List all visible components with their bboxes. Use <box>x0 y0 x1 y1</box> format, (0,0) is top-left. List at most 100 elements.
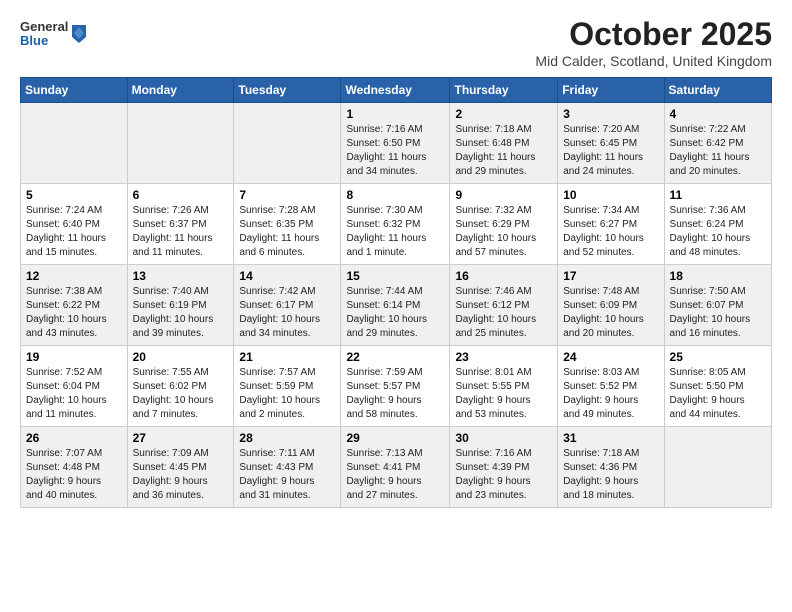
day-number: 2 <box>455 107 552 121</box>
day-info: Sunrise: 7:38 AM Sunset: 6:22 PM Dayligh… <box>26 285 122 341</box>
day-info: Sunrise: 7:30 AM Sunset: 6:32 PM Dayligh… <box>346 204 444 260</box>
calendar-cell <box>664 427 771 508</box>
calendar-cell: 30 Sunrise: 7:16 AM Sunset: 4:39 PM Dayli… <box>450 427 558 508</box>
calendar-cell: 13 Sunrise: 7:40 AM Sunset: 6:19 PM Dayli… <box>127 265 234 346</box>
calendar-week-0: 1Sunrise: 7:16 AM Sunset: 6:50 PM Daylig… <box>21 103 772 184</box>
day-number: 29 <box>346 431 444 445</box>
day-number: 25 <box>670 350 766 364</box>
day-info: Sunrise: 7:28 AM Sunset: 6:35 PM Dayligh… <box>239 204 335 260</box>
day-info: Sunrise: 7:07 AM Sunset: 4:48 PM Dayligh… <box>26 447 122 503</box>
calendar-week-4: 26 Sunrise: 7:07 AM Sunset: 4:48 PM Dayli… <box>21 427 772 508</box>
day-number: 26 <box>26 431 122 445</box>
calendar-cell: 16 Sunrise: 7:46 AM Sunset: 6:12 PM Dayli… <box>450 265 558 346</box>
calendar-cell: 5Sunrise: 7:24 AM Sunset: 6:40 PM Daylig… <box>21 184 128 265</box>
calendar-cell: 6Sunrise: 7:26 AM Sunset: 6:37 PM Daylig… <box>127 184 234 265</box>
header-row: Sunday Monday Tuesday Wednesday Thursday… <box>21 78 772 103</box>
calendar-cell: 18 Sunrise: 7:50 AM Sunset: 6:07 PM Dayli… <box>664 265 771 346</box>
day-info: Sunrise: 7:42 AM Sunset: 6:17 PM Dayligh… <box>239 285 335 341</box>
day-number: 31 <box>563 431 658 445</box>
calendar-cell: 26 Sunrise: 7:07 AM Sunset: 4:48 PM Dayli… <box>21 427 128 508</box>
calendar-cell: 20 Sunrise: 7:55 AM Sunset: 6:02 PM Dayli… <box>127 346 234 427</box>
day-number: 21 <box>239 350 335 364</box>
calendar-cell: 7Sunrise: 7:28 AM Sunset: 6:35 PM Daylig… <box>234 184 341 265</box>
day-number: 16 <box>455 269 552 283</box>
day-number: 27 <box>133 431 229 445</box>
day-number: 17 <box>563 269 658 283</box>
header-friday: Friday <box>558 78 664 103</box>
day-number: 30 <box>455 431 552 445</box>
logo-icon <box>70 23 88 45</box>
day-number: 8 <box>346 188 444 202</box>
day-number: 22 <box>346 350 444 364</box>
day-info: Sunrise: 7:11 AM Sunset: 4:43 PM Dayligh… <box>239 447 335 503</box>
calendar-week-2: 12 Sunrise: 7:38 AM Sunset: 6:22 PM Dayli… <box>21 265 772 346</box>
calendar-cell: 27 Sunrise: 7:09 AM Sunset: 4:45 PM Dayli… <box>127 427 234 508</box>
day-number: 12 <box>26 269 122 283</box>
day-info: Sunrise: 7:57 AM Sunset: 5:59 PM Dayligh… <box>239 366 335 422</box>
day-info: Sunrise: 8:05 AM Sunset: 5:50 PM Dayligh… <box>670 366 766 422</box>
calendar-body: 1Sunrise: 7:16 AM Sunset: 6:50 PM Daylig… <box>21 103 772 508</box>
day-info: Sunrise: 7:48 AM Sunset: 6:09 PM Dayligh… <box>563 285 658 341</box>
calendar-cell: 1Sunrise: 7:16 AM Sunset: 6:50 PM Daylig… <box>341 103 450 184</box>
day-info: Sunrise: 7:34 AM Sunset: 6:27 PM Dayligh… <box>563 204 658 260</box>
title-block: October 2025 Mid Calder, Scotland, Unite… <box>535 16 772 69</box>
calendar-cell: 17 Sunrise: 7:48 AM Sunset: 6:09 PM Dayli… <box>558 265 664 346</box>
day-info: Sunrise: 7:18 AM Sunset: 6:48 PM Dayligh… <box>455 123 552 179</box>
day-number: 13 <box>133 269 229 283</box>
header-thursday: Thursday <box>450 78 558 103</box>
header: General Blue October 2025 Mid Calder, Sc… <box>20 16 772 69</box>
day-info: Sunrise: 7:13 AM Sunset: 4:41 PM Dayligh… <box>346 447 444 503</box>
page-container: General Blue October 2025 Mid Calder, Sc… <box>0 0 792 520</box>
calendar-cell: 2 Sunrise: 7:18 AM Sunset: 6:48 PM Daylig… <box>450 103 558 184</box>
calendar-cell: 3Sunrise: 7:20 AM Sunset: 6:45 PM Daylig… <box>558 103 664 184</box>
calendar-header: Sunday Monday Tuesday Wednesday Thursday… <box>21 78 772 103</box>
day-info: Sunrise: 7:18 AM Sunset: 4:36 PM Dayligh… <box>563 447 658 503</box>
day-info: Sunrise: 7:36 AM Sunset: 6:24 PM Dayligh… <box>670 204 766 260</box>
day-info: Sunrise: 7:55 AM Sunset: 6:02 PM Dayligh… <box>133 366 229 422</box>
day-info: Sunrise: 7:46 AM Sunset: 6:12 PM Dayligh… <box>455 285 552 341</box>
page-title: October 2025 <box>535 16 772 53</box>
calendar-cell: 9 Sunrise: 7:32 AM Sunset: 6:29 PM Daylig… <box>450 184 558 265</box>
day-info: Sunrise: 7:16 AM Sunset: 4:39 PM Dayligh… <box>455 447 552 503</box>
day-info: Sunrise: 8:03 AM Sunset: 5:52 PM Dayligh… <box>563 366 658 422</box>
calendar-cell: 4 Sunrise: 7:22 AM Sunset: 6:42 PM Daylig… <box>664 103 771 184</box>
day-info: Sunrise: 7:52 AM Sunset: 6:04 PM Dayligh… <box>26 366 122 422</box>
day-info: Sunrise: 7:16 AM Sunset: 6:50 PM Dayligh… <box>346 123 444 179</box>
day-number: 5 <box>26 188 122 202</box>
calendar-cell: 29 Sunrise: 7:13 AM Sunset: 4:41 PM Dayli… <box>341 427 450 508</box>
day-number: 10 <box>563 188 658 202</box>
calendar-cell: 10 Sunrise: 7:34 AM Sunset: 6:27 PM Dayli… <box>558 184 664 265</box>
day-info: Sunrise: 8:01 AM Sunset: 5:55 PM Dayligh… <box>455 366 552 422</box>
calendar-cell: 14Sunrise: 7:42 AM Sunset: 6:17 PM Dayli… <box>234 265 341 346</box>
day-info: Sunrise: 7:50 AM Sunset: 6:07 PM Dayligh… <box>670 285 766 341</box>
calendar-cell: 19 Sunrise: 7:52 AM Sunset: 6:04 PM Dayli… <box>21 346 128 427</box>
day-number: 20 <box>133 350 229 364</box>
calendar-cell: 15Sunrise: 7:44 AM Sunset: 6:14 PM Dayli… <box>341 265 450 346</box>
header-monday: Monday <box>127 78 234 103</box>
day-number: 4 <box>670 107 766 121</box>
day-number: 11 <box>670 188 766 202</box>
day-info: Sunrise: 7:40 AM Sunset: 6:19 PM Dayligh… <box>133 285 229 341</box>
calendar-cell: 24 Sunrise: 8:03 AM Sunset: 5:52 PM Dayli… <box>558 346 664 427</box>
calendar-cell: 23Sunrise: 8:01 AM Sunset: 5:55 PM Dayli… <box>450 346 558 427</box>
day-number: 15 <box>346 269 444 283</box>
calendar-cell: 31 Sunrise: 7:18 AM Sunset: 4:36 PM Dayli… <box>558 427 664 508</box>
day-number: 18 <box>670 269 766 283</box>
header-sunday: Sunday <box>21 78 128 103</box>
calendar-table: Sunday Monday Tuesday Wednesday Thursday… <box>20 77 772 508</box>
day-info: Sunrise: 7:22 AM Sunset: 6:42 PM Dayligh… <box>670 123 766 179</box>
day-number: 24 <box>563 350 658 364</box>
calendar-cell: 21 Sunrise: 7:57 AM Sunset: 5:59 PM Dayli… <box>234 346 341 427</box>
day-info: Sunrise: 7:09 AM Sunset: 4:45 PM Dayligh… <box>133 447 229 503</box>
day-number: 6 <box>133 188 229 202</box>
calendar-cell <box>127 103 234 184</box>
day-info: Sunrise: 7:32 AM Sunset: 6:29 PM Dayligh… <box>455 204 552 260</box>
day-number: 19 <box>26 350 122 364</box>
calendar-cell: 12 Sunrise: 7:38 AM Sunset: 6:22 PM Dayli… <box>21 265 128 346</box>
calendar-cell: 8 Sunrise: 7:30 AM Sunset: 6:32 PM Daylig… <box>341 184 450 265</box>
day-number: 9 <box>455 188 552 202</box>
calendar-week-1: 5Sunrise: 7:24 AM Sunset: 6:40 PM Daylig… <box>21 184 772 265</box>
logo-text: General Blue <box>20 20 68 49</box>
day-info: Sunrise: 7:20 AM Sunset: 6:45 PM Dayligh… <box>563 123 658 179</box>
calendar-cell: 11 Sunrise: 7:36 AM Sunset: 6:24 PM Dayli… <box>664 184 771 265</box>
